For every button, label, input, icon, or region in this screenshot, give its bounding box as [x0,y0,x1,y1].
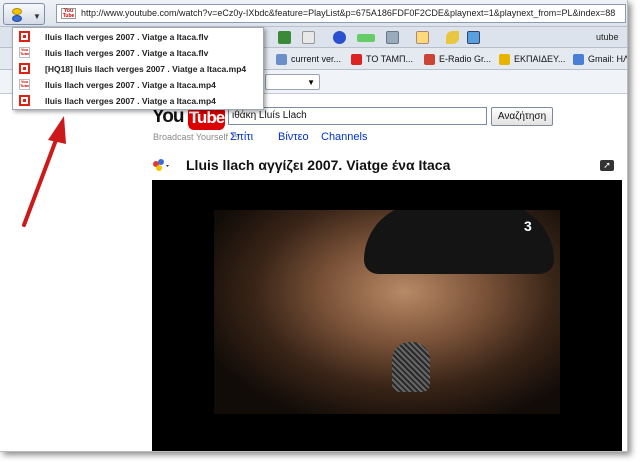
video-title-row: Lluis llach αγγίζει 2007. Viatge ένα Ita… [152,154,622,178]
dropdown-item[interactable]: [HQ18] lluis llach verges 2007 . Viatge … [13,61,263,77]
file-icon [19,31,30,42]
nav-videos-link[interactable]: Βίντεο [278,131,309,143]
video-title: Lluis llach αγγίζει 2007. Viatge ένα Ita… [186,157,451,173]
star-icon[interactable] [333,31,346,44]
microphone-shape [392,342,430,392]
youtube-icon: You Tube [19,79,30,90]
extension-icon [12,8,22,15]
youtube-icon: You Tube [19,47,30,58]
bookmark-icon [276,54,287,65]
download-dropdown-menu: lluis llach verges 2007 . Viatge a Itaca… [12,27,264,110]
youtube-favicon-icon: You Tube [61,8,76,19]
video-frame: 3 [214,210,560,414]
bookmark-icon [351,54,362,65]
file-icon [19,95,30,106]
dropdown-item[interactable]: lluis llach verges 2007 . Viatge a Itaca… [13,29,263,45]
screenshot-stage: ▼ You Tube http://www.youtube.com/watch?v… [0,0,640,463]
puzzle-icon[interactable] [467,31,480,44]
dropdown-item[interactable]: You Tube lluis llach verges 2007 . Viatge … [13,45,263,61]
utube-label[interactable]: utube [596,32,619,42]
battery-icon[interactable] [357,34,375,42]
window-icon[interactable] [386,31,399,44]
dropdown-item[interactable]: You Tube lluis llach verges 2007 . Viatge … [13,77,263,93]
note-icon[interactable] [416,31,429,44]
extension-icon-lower [12,15,22,22]
file-icon [19,63,30,74]
bookmark-icon [499,54,510,65]
search-button[interactable]: Αναζήτηση [491,107,553,126]
search-input[interactable]: ιθάκη Lluís Llach [228,107,487,125]
nav-channels-link[interactable]: Channels [321,131,367,143]
url-text: http://www.youtube.com/watch?v=eCz0y-IXb… [81,8,616,18]
share-icon[interactable] [152,159,170,173]
bookmark-item[interactable]: current ver... [276,52,341,67]
channel-badge: 3 [524,218,532,234]
video-player[interactable]: 3 [152,180,622,451]
address-bar-row: ▼ You Tube http://www.youtube.com/watch?v… [0,0,627,27]
search-engine-select[interactable]: ▼ [265,74,320,90]
nav-home-link[interactable]: Σπίτι [230,131,253,143]
refresh-icon[interactable] [278,31,291,44]
youtube-page: You Tube Broadcast Yourself ™ ιθάκη Lluí… [0,94,627,451]
bookmark-item[interactable]: E-Radio Gr... [424,52,491,67]
url-input[interactable]: You Tube http://www.youtube.com/watch?v=e… [56,4,626,23]
browser-window: ▼ You Tube http://www.youtube.com/watch?v… [0,0,628,452]
chevron-down-icon: ▼ [33,12,41,21]
bookmark-item[interactable]: Gmail: ΗΛ [573,52,627,67]
bookmark-item[interactable]: ΤΟ ΤΑΜΠ... [351,52,413,67]
edit-icon[interactable] [302,31,315,44]
bookmark-icon [424,54,435,65]
dropdown-item[interactable]: lluis llach verges 2007 . Viatge a Itaca… [13,93,263,109]
gmail-icon [573,54,584,65]
pen-icon[interactable] [446,31,459,44]
popout-icon[interactable]: ➚ [600,160,614,171]
chevron-down-icon: ▼ [307,78,315,87]
youtube-tagline: Broadcast Yourself ™ [153,132,240,142]
video-download-extension-button[interactable]: ▼ [3,3,45,25]
bookmark-item[interactable]: ΕΚΠΑΙΔΕΥ... [499,52,565,67]
